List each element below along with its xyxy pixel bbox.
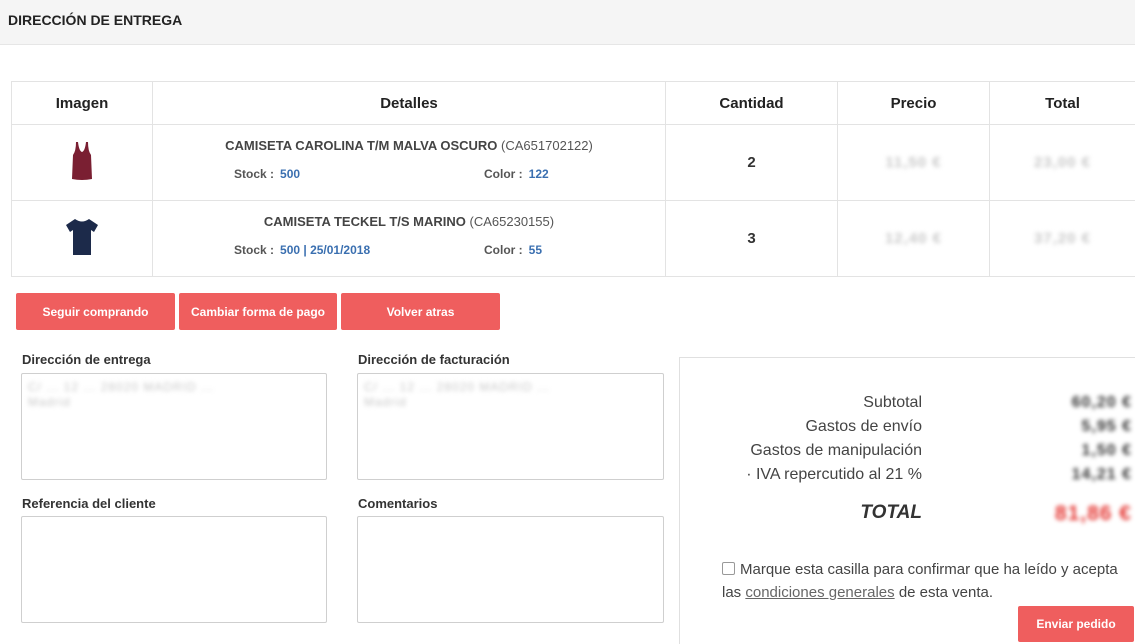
billing-address-label: Dirección de facturación [358,352,510,367]
stock-label: Stock : [234,167,274,181]
col-header-price: Precio [838,82,990,125]
total-label: TOTAL [860,502,922,524]
color-label: Color : [484,167,523,181]
product-title[interactable]: CAMISETA CAROLINA T/M MALVA OSCURO (CA65… [154,138,664,153]
delivery-address-field[interactable]: C/ ... 12 ... 28020 MADRID ... Madrid [21,373,327,480]
section-header: DIRECCIÓN DE ENTREGA [0,0,1135,45]
handling-label: Gastos de manipulación [750,442,922,460]
continue-shopping-button[interactable]: Seguir comprando [16,293,175,330]
quantity: 2 [747,154,755,171]
submit-order-button[interactable]: Enviar pedido [1018,606,1134,642]
table-header-row: Imagen Detalles Cantidad Precio Total [12,82,1135,125]
color-value: 122 [529,167,549,181]
delivery-address-line2: Madrid [28,395,320,410]
tshirt-product-image[interactable] [65,218,99,256]
line-total: 23,00 € [1034,154,1091,171]
stock-value: 500 [280,167,300,181]
summary-row-total: TOTAL 81,86 € [680,502,1135,530]
subtotal-label: Subtotal [863,394,922,412]
quantity: 3 [747,230,755,247]
back-button[interactable]: Volver atras [341,293,500,330]
col-header-details: Detalles [153,82,666,125]
section-title: DIRECCIÓN DE ENTREGA [8,12,182,28]
summary-row-vat: · IVA repercutido al 21 % 14,21 € [680,466,1135,488]
summary-row-shipping: Gastos de envío 5,95 € [680,418,1135,440]
delivery-address-line1: C/ ... 12 ... 28020 MADRID ... [28,380,320,395]
stock-label: Stock : [234,243,274,257]
col-header-total: Total [990,82,1135,125]
comments-label: Comentarios [358,496,437,511]
subtotal-value: 60,20 € [1072,394,1132,412]
shipping-value: 5,95 € [1082,418,1132,436]
shipping-label: Gastos de envío [805,418,922,436]
stock-value: 500 | 25/01/2018 [280,243,370,257]
billing-address-line1: C/ ... 12 ... 28020 MADRID ... [364,380,657,395]
order-summary: Subtotal 60,20 € Gastos de envío 5,95 € … [679,357,1135,644]
billing-address-line2: Madrid [364,395,657,410]
terms-checkbox[interactable] [722,562,735,575]
vat-label: · IVA repercutido al 21 % [746,466,922,484]
table-row: CAMISETA TECKEL T/S MARINO (CA65230155) … [12,201,1135,277]
line-total: 37,20 € [1034,230,1091,247]
vat-value: 14,21 € [1072,466,1132,484]
customer-reference-label: Referencia del cliente [22,496,156,511]
billing-address-field[interactable]: C/ ... 12 ... 28020 MADRID ... Madrid [357,373,664,480]
color-value: 55 [529,243,542,257]
product-code: (CA65230155) [470,214,555,229]
terms-text-after: de esta venta. [899,584,993,601]
unit-price: 12,40 € [885,230,942,247]
terms-link[interactable]: condiciones generales [745,584,894,601]
cart-table: Imagen Detalles Cantidad Precio Total CA… [11,81,1135,277]
customer-reference-field[interactable] [21,516,327,623]
product-title[interactable]: CAMISETA TECKEL T/S MARINO (CA65230155) [154,214,664,229]
col-header-image: Imagen [12,82,153,125]
terms-acceptance: Marque esta casilla para confirmar que h… [722,558,1122,604]
table-row: CAMISETA CAROLINA T/M MALVA OSCURO (CA65… [12,125,1135,201]
total-value: 81,86 € [1055,502,1132,526]
product-code: (CA651702122) [501,138,593,153]
handling-value: 1,50 € [1082,442,1132,460]
product-name: CAMISETA TECKEL T/S MARINO [264,214,466,229]
color-label: Color : [484,243,523,257]
col-header-quantity: Cantidad [666,82,838,125]
comments-field[interactable] [357,516,664,623]
change-payment-button[interactable]: Cambiar forma de pago [179,293,337,330]
unit-price: 11,50 € [885,154,941,171]
summary-row-subtotal: Subtotal 60,20 € [680,394,1135,416]
product-name: CAMISETA CAROLINA T/M MALVA OSCURO [225,138,497,153]
delivery-address-label: Dirección de entrega [22,352,151,367]
summary-row-handling: Gastos de manipulación 1,50 € [680,442,1135,464]
tank-top-product-image[interactable] [69,141,95,181]
